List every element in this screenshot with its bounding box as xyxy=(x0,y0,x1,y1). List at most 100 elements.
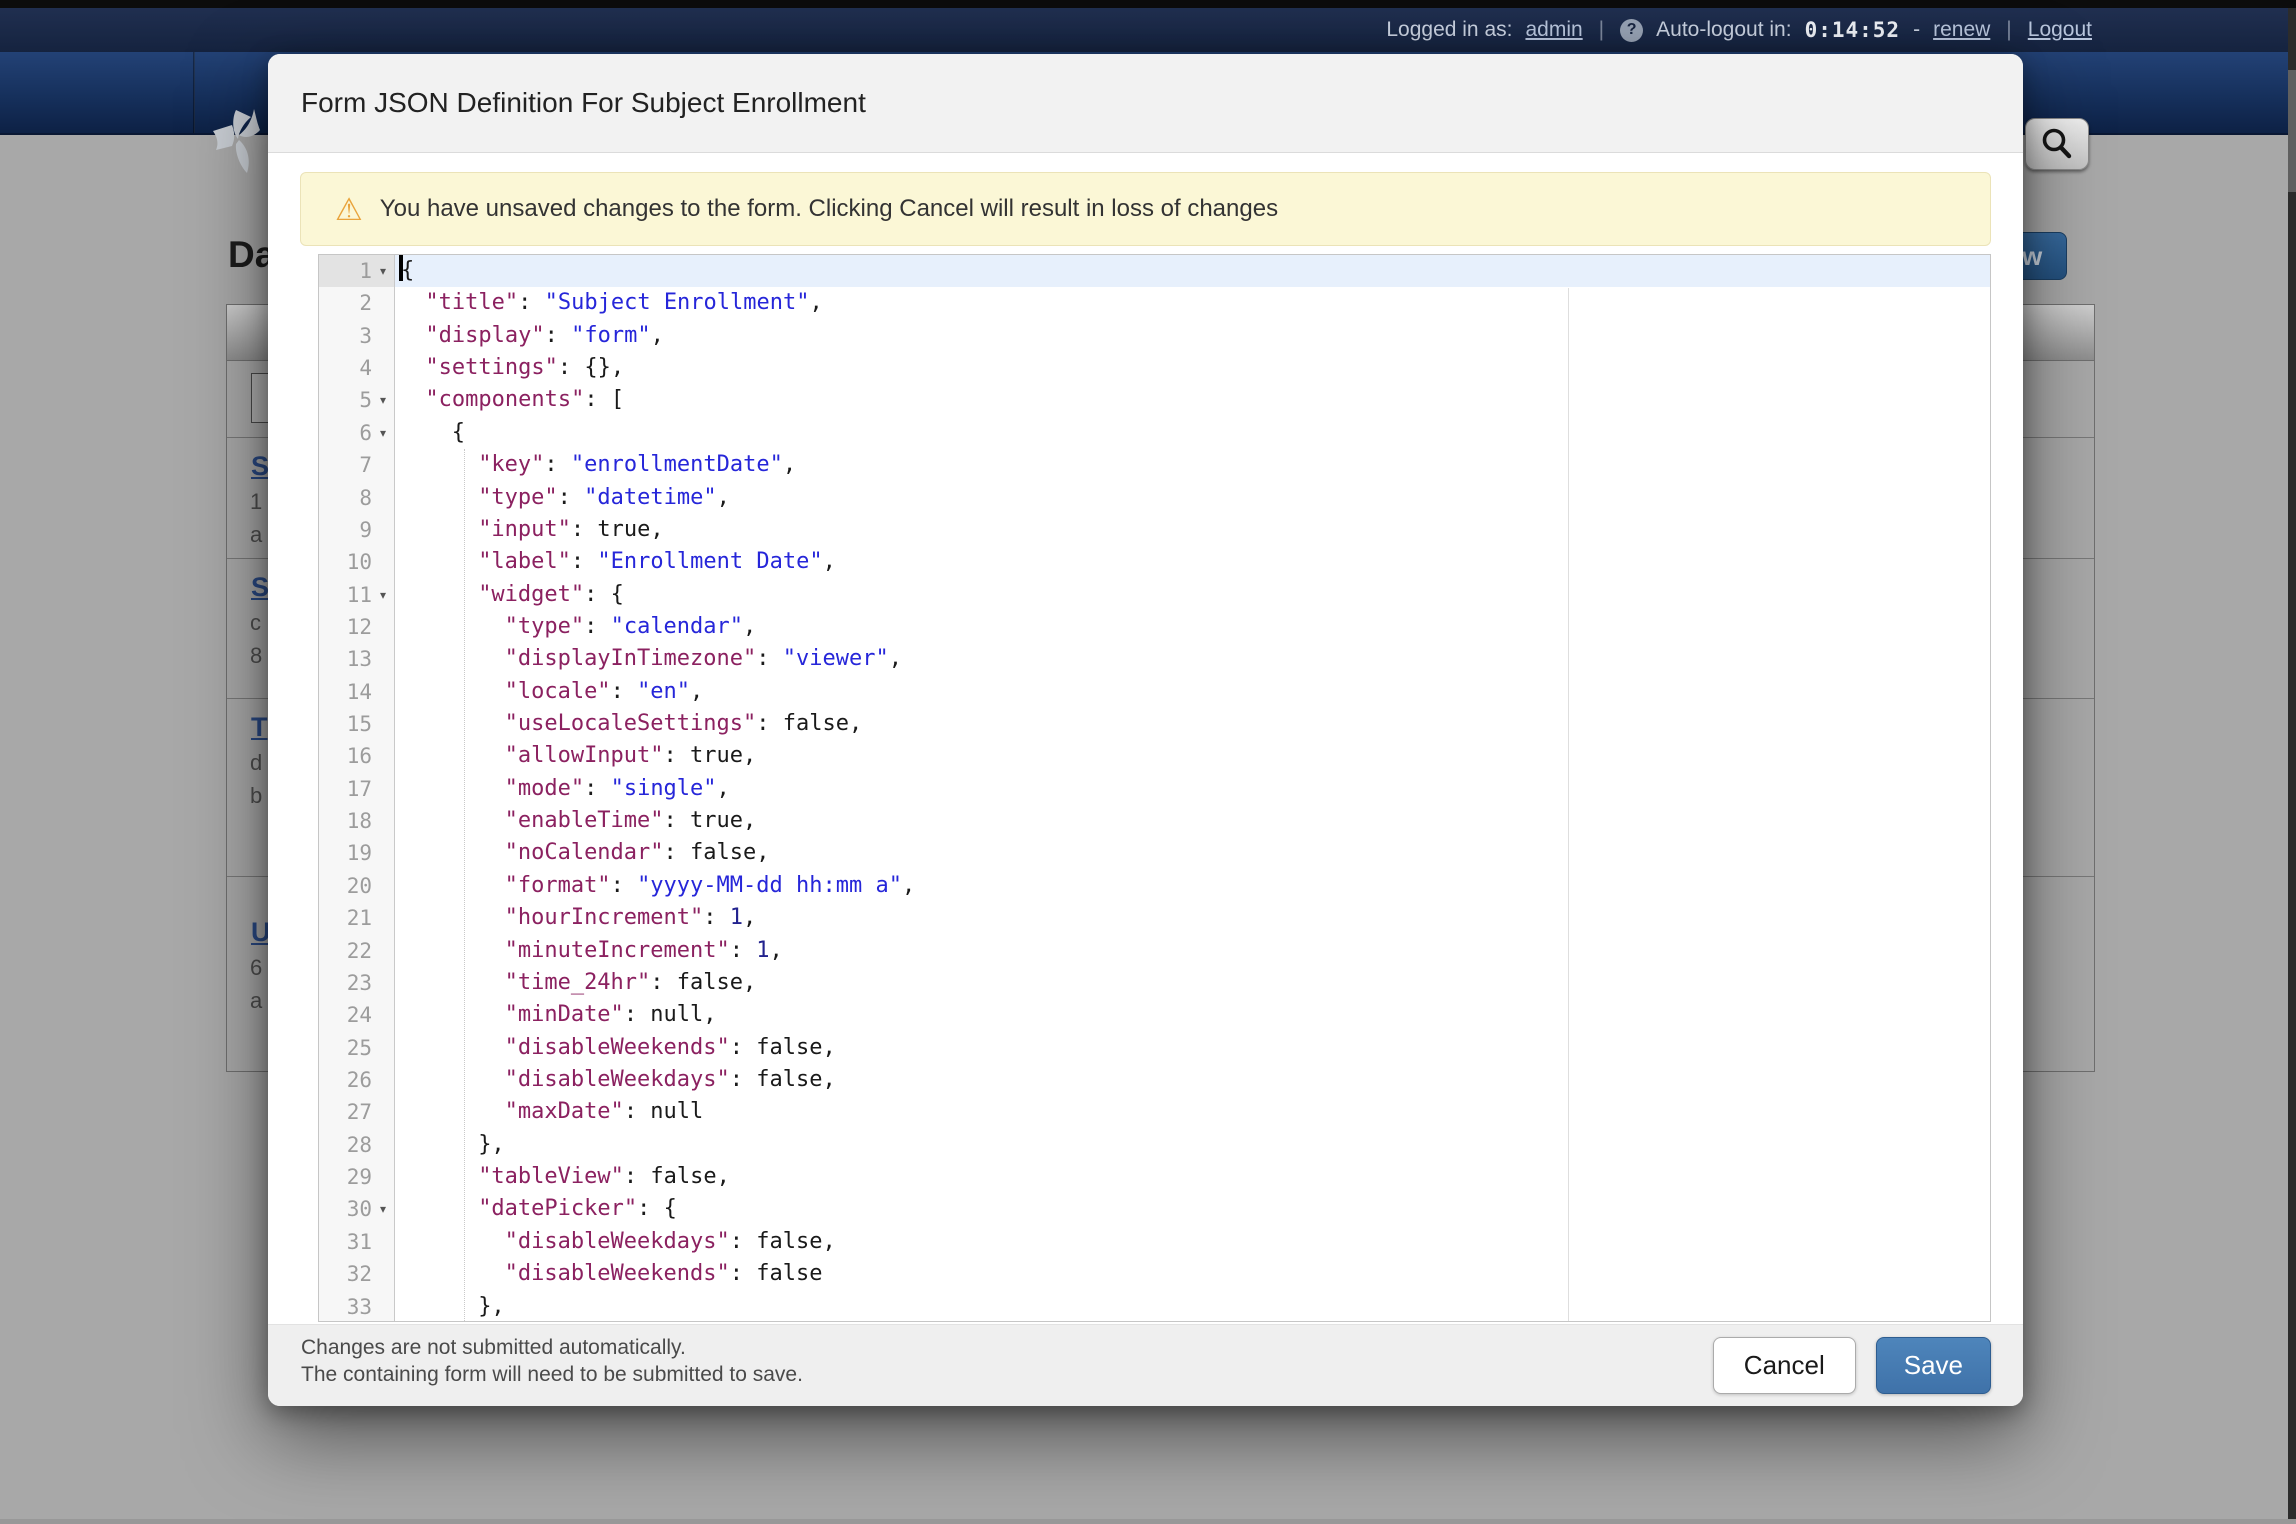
code-line[interactable]: 19"noCalendar": false, xyxy=(319,837,1990,869)
line-gutter: 15 xyxy=(319,708,395,740)
line-gutter: 10 xyxy=(319,546,395,578)
line-number: 31 xyxy=(347,1226,372,1258)
fold-toggle-icon[interactable]: ▾ xyxy=(372,417,394,449)
code-text: "input": true, xyxy=(395,514,1990,546)
scrollbar-thumb[interactable] xyxy=(2288,70,2296,192)
code-line[interactable]: 13"displayInTimezone": "viewer", xyxy=(319,643,1990,675)
line-number: 19 xyxy=(347,837,372,869)
code-line[interactable]: 25"disableWeekends": false, xyxy=(319,1032,1990,1064)
editor-ruler xyxy=(1568,288,1569,1321)
modal-footer: Changes are not submitted automatically.… xyxy=(268,1324,2023,1406)
code-line[interactable]: 14"locale": "en", xyxy=(319,676,1990,708)
line-number: 1 xyxy=(359,255,372,287)
code-line[interactable]: 7"key": "enrollmentDate", xyxy=(319,449,1990,481)
code-line[interactable]: 26"disableWeekdays": false, xyxy=(319,1064,1990,1096)
screen: Logged in as: admin | ? Auto-logout in: … xyxy=(0,0,2296,1524)
code-line[interactable]: 16"allowInput": true, xyxy=(319,740,1990,772)
line-gutter: 12 xyxy=(319,611,395,643)
code-text: "disableWeekdays": false, xyxy=(395,1064,1990,1096)
app-logo-icon[interactable] xyxy=(206,108,268,185)
line-number: 12 xyxy=(347,611,372,643)
code-line[interactable]: 33}, xyxy=(319,1291,1990,1323)
code-editor[interactable]: 1▾{2"title": "Subject Enrollment",3"disp… xyxy=(318,254,1991,1322)
renew-link[interactable]: renew xyxy=(1933,18,1990,42)
code-text: "hourIncrement": 1, xyxy=(395,902,1990,934)
dash: - xyxy=(1913,18,1920,42)
code-line[interactable]: 9 "input": true, xyxy=(319,514,1990,546)
navbar-divider xyxy=(193,52,195,133)
code-line[interactable]: 30▾"datePicker": { xyxy=(319,1193,1990,1225)
line-number: 6 xyxy=(359,417,372,449)
code-line[interactable]: 11▾"widget": { xyxy=(319,579,1990,611)
line-number: 15 xyxy=(347,708,372,740)
code-text: "time_24hr": false, xyxy=(395,967,1990,999)
cancel-button[interactable]: Cancel xyxy=(1713,1337,1856,1394)
code-line[interactable]: 12 "type": "calendar", xyxy=(319,611,1990,643)
code-line[interactable]: 2"title": "Subject Enrollment", xyxy=(319,287,1990,319)
code-line[interactable]: 20"format": "yyyy-MM-dd hh:mm a", xyxy=(319,870,1990,902)
list-item-link[interactable]: T xyxy=(251,712,268,743)
save-button[interactable]: Save xyxy=(1876,1337,1991,1394)
code-line[interactable]: 5▾"components": [ xyxy=(319,384,1990,416)
fold-toggle-icon[interactable]: ▾ xyxy=(372,384,394,416)
code-line[interactable]: 17 "mode": "single", xyxy=(319,773,1990,805)
line-number: 9 xyxy=(359,514,372,546)
fold-toggle-icon[interactable]: ▾ xyxy=(372,579,394,611)
code-line[interactable]: 10"label": "Enrollment Date", xyxy=(319,546,1990,578)
separator: | xyxy=(1596,18,1607,42)
footer-note-line2: The containing form will need to be subm… xyxy=(301,1361,803,1388)
line-number: 17 xyxy=(347,773,372,805)
code-line[interactable]: 31"disableWeekdays": false, xyxy=(319,1226,1990,1258)
code-line[interactable]: 21"hourIncrement": 1, xyxy=(319,902,1990,934)
modal-header: Form JSON Definition For Subject Enrollm… xyxy=(268,54,2023,153)
logout-link[interactable]: Logout xyxy=(2028,18,2092,42)
code-text: { xyxy=(395,417,1990,449)
code-line[interactable]: 27"maxDate": null xyxy=(319,1096,1990,1128)
code-line[interactable]: 29"tableView": false, xyxy=(319,1161,1990,1193)
navbar-search-button[interactable] xyxy=(2025,118,2089,170)
list-item-link[interactable]: S xyxy=(251,451,269,482)
code-line[interactable]: 15 "useLocaleSettings": false, xyxy=(319,708,1990,740)
window-scrollbar[interactable] xyxy=(2288,8,2296,1524)
line-gutter: 6▾ xyxy=(319,417,395,449)
username-link[interactable]: admin xyxy=(1525,18,1582,42)
code-text: "useLocaleSettings": false, xyxy=(395,708,1990,740)
footer-buttons: Cancel Save xyxy=(1713,1337,1991,1394)
line-gutter: 11▾ xyxy=(319,579,395,611)
code-line[interactable]: 6▾{ xyxy=(319,417,1990,449)
line-gutter: 20 xyxy=(319,870,395,902)
list-item-link[interactable]: S xyxy=(251,572,269,603)
fold-toggle-icon[interactable]: ▾ xyxy=(372,255,394,287)
line-number: 29 xyxy=(347,1161,372,1193)
auto-logout-label: Auto-logout in: xyxy=(1656,18,1791,42)
line-gutter: 19 xyxy=(319,837,395,869)
code-text: "widget": { xyxy=(395,579,1990,611)
help-icon[interactable]: ? xyxy=(1620,19,1643,42)
warning-triangle-icon: ⚠ xyxy=(335,194,363,225)
code-line[interactable]: 28}, xyxy=(319,1129,1990,1161)
line-gutter: 16 xyxy=(319,740,395,772)
code-line[interactable]: 23 "time_24hr": false, xyxy=(319,967,1990,999)
code-line[interactable]: 24"minDate": null, xyxy=(319,999,1990,1031)
top-session-bar: Logged in as: admin | ? Auto-logout in: … xyxy=(0,8,2296,52)
code-line[interactable]: 18"enableTime": true, xyxy=(319,805,1990,837)
line-number: 24 xyxy=(347,999,372,1031)
code-line[interactable]: 8"type": "datetime", xyxy=(319,482,1990,514)
line-number: 23 xyxy=(347,967,372,999)
line-gutter: 33 xyxy=(319,1291,395,1323)
footer-note: Changes are not submitted automatically.… xyxy=(301,1334,803,1388)
code-line[interactable]: 3"display": "form", xyxy=(319,320,1990,352)
line-number: 32 xyxy=(347,1258,372,1290)
code-line[interactable]: 1▾{ xyxy=(319,255,1990,287)
code-text: "mode": "single", xyxy=(395,773,1990,805)
line-number: 27 xyxy=(347,1096,372,1128)
code-line[interactable]: 4"settings": {}, xyxy=(319,352,1990,384)
code-line[interactable]: 32"disableWeekends": false xyxy=(319,1258,1990,1290)
fold-toggle-icon[interactable]: ▾ xyxy=(372,1193,394,1225)
code-editor-lines[interactable]: 1▾{2"title": "Subject Enrollment",3"disp… xyxy=(319,255,1990,1322)
code-text: "type": "calendar", xyxy=(395,611,1990,643)
code-line[interactable]: 22"minuteIncrement": 1, xyxy=(319,935,1990,967)
line-gutter: 27 xyxy=(319,1096,395,1128)
line-number: 4 xyxy=(359,352,372,384)
line-number: 2 xyxy=(359,287,372,319)
